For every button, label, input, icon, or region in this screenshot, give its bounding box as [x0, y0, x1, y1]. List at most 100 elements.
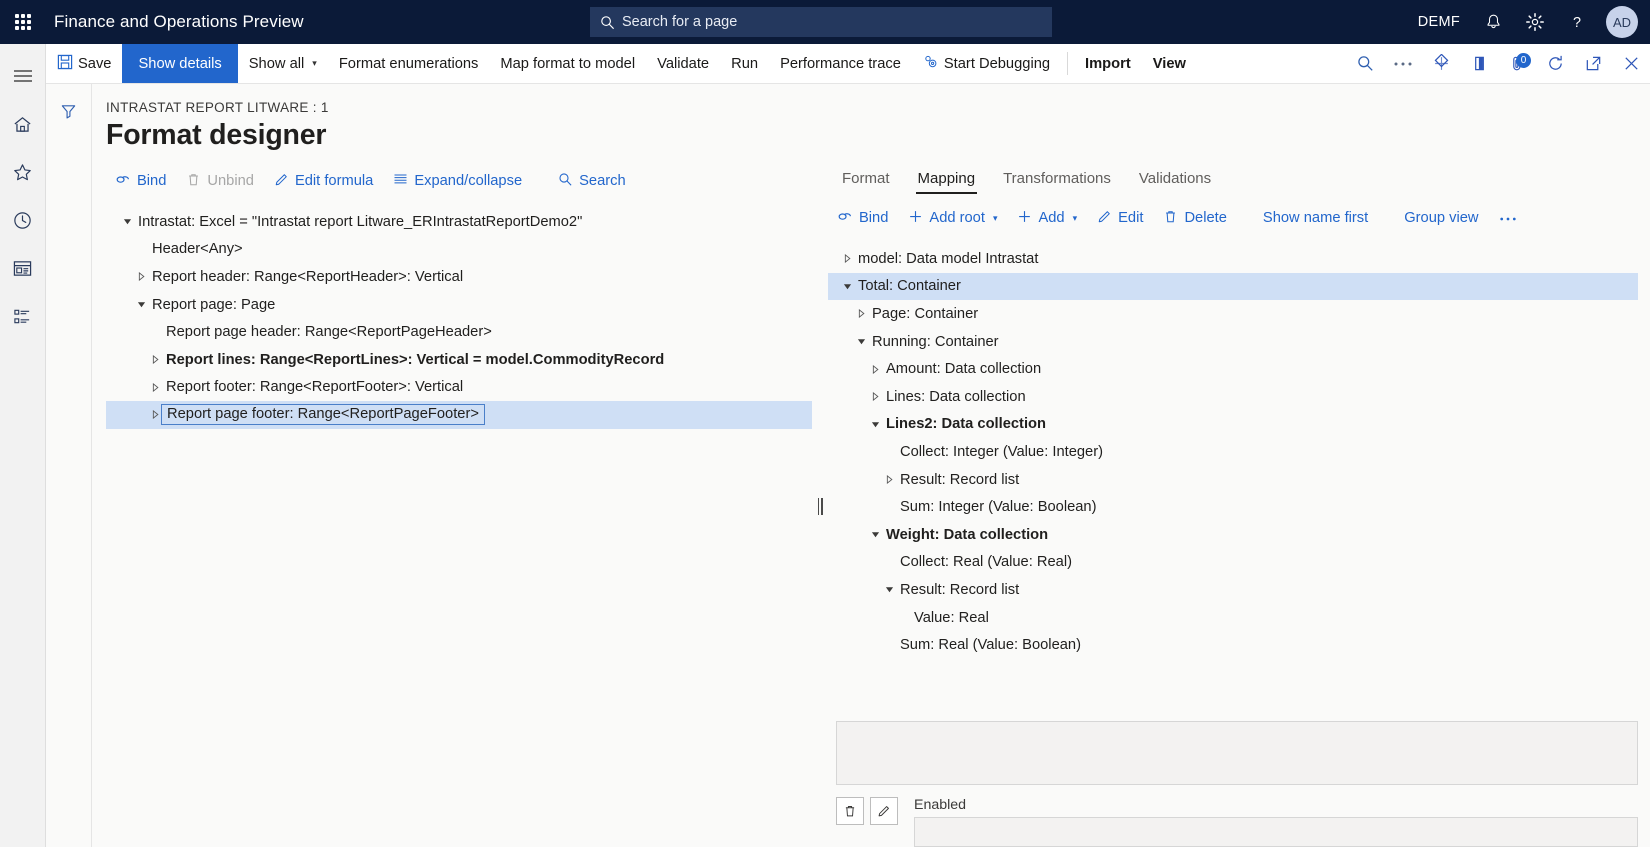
attachments-icon[interactable]: 0 — [1498, 44, 1536, 83]
open-in-new-window-icon[interactable] — [1574, 44, 1612, 83]
formula-display-box[interactable] — [836, 721, 1638, 785]
home-icon[interactable] — [0, 100, 45, 148]
tree-row[interactable]: Report page footer: Range<ReportPageFoot… — [106, 401, 812, 429]
tree-row[interactable]: Report page: Page — [106, 291, 812, 319]
edit-formula-button[interactable]: Edit formula — [265, 167, 382, 196]
tab-transformations[interactable]: Transformations — [989, 166, 1125, 194]
mapping-delete-button[interactable]: Delete — [1154, 204, 1235, 233]
view-menu[interactable]: View — [1142, 44, 1197, 83]
chevron-collapsed-icon[interactable] — [130, 272, 152, 282]
tree-row[interactable]: Report header: Range<ReportHeader>: Vert… — [106, 263, 812, 291]
search-icon[interactable] — [1346, 44, 1384, 83]
tree-row[interactable]: Running: Container — [828, 328, 1638, 356]
star-icon[interactable] — [0, 148, 45, 196]
chevron-expanded-icon[interactable] — [130, 300, 152, 309]
chevron-collapsed-icon[interactable] — [878, 475, 900, 485]
pane-splitter-handle[interactable] — [812, 166, 828, 847]
group-view-button[interactable]: Group view — [1395, 205, 1487, 231]
tab-format[interactable]: Format — [828, 166, 904, 194]
start-debugging-label: Start Debugging — [943, 55, 1051, 72]
refresh-icon[interactable] — [1536, 44, 1574, 83]
chevron-expanded-icon[interactable] — [850, 337, 872, 346]
enabled-edit-button[interactable] — [870, 797, 898, 825]
tab-mapping[interactable]: Mapping — [904, 166, 990, 194]
chevron-collapsed-icon[interactable] — [144, 355, 166, 365]
unbind-button[interactable]: Unbind — [177, 167, 263, 196]
modules-list-icon[interactable] — [0, 292, 45, 340]
add-root-label: Add root — [929, 210, 985, 226]
plus-icon — [908, 209, 923, 228]
share-diamond-icon[interactable] — [1422, 44, 1460, 83]
format-enumerations-button[interactable]: Format enumerations — [328, 44, 490, 83]
import-menu[interactable]: Import — [1074, 44, 1142, 83]
tree-row[interactable]: Report footer: Range<ReportFooter>: Vert… — [106, 374, 812, 402]
search-icon — [558, 172, 573, 191]
validate-button[interactable]: Validate — [646, 44, 720, 83]
overflow-ellipsis-icon[interactable] — [1384, 44, 1422, 83]
global-search-input[interactable]: Search for a page — [590, 7, 1052, 37]
tree-row[interactable]: Total: Container — [828, 272, 1638, 301]
hamburger-menu-icon[interactable] — [0, 52, 45, 100]
mapping-overflow-button[interactable] — [1490, 205, 1526, 231]
office-app-icon[interactable] — [1460, 44, 1498, 83]
tree-row[interactable]: Report lines: Range<ReportLines>: Vertic… — [106, 346, 812, 374]
tree-row[interactable]: Page: Container — [828, 300, 1638, 328]
mapping-bind-button[interactable]: Bind — [828, 203, 897, 233]
tree-row[interactable]: Result: Record list — [828, 576, 1638, 604]
bind-button[interactable]: Bind — [106, 166, 175, 196]
chevron-expanded-icon[interactable] — [864, 530, 886, 539]
chevron-collapsed-icon[interactable] — [864, 392, 886, 402]
tree-row[interactable]: Lines2: Data collection — [828, 411, 1638, 439]
run-button[interactable]: Run — [720, 44, 769, 83]
show-all-menu[interactable]: Show all ▾ — [238, 44, 328, 83]
tree-row[interactable]: Lines: Data collection — [828, 383, 1638, 411]
bind-label: Bind — [137, 173, 167, 189]
company-selector[interactable]: DEMF — [1408, 14, 1470, 30]
tree-row[interactable]: Result: Record list — [828, 466, 1638, 494]
tab-validations[interactable]: Validations — [1125, 166, 1225, 194]
expand-collapse-button[interactable]: Expand/collapse — [384, 167, 531, 196]
tree-row[interactable]: Value: Real — [828, 604, 1638, 632]
tree-row[interactable]: Collect: Real (Value: Real) — [828, 549, 1638, 577]
search-tree-button[interactable]: Search — [549, 167, 635, 196]
bell-icon[interactable] — [1474, 0, 1512, 44]
show-name-first-button[interactable]: Show name first — [1254, 205, 1377, 231]
filter-funnel-icon[interactable] — [46, 96, 91, 126]
tree-row[interactable]: Intrastat: Excel = "Intrastat report Lit… — [106, 208, 812, 236]
workspace-icon[interactable] — [0, 244, 45, 292]
chevron-expanded-icon[interactable] — [864, 420, 886, 429]
chevron-collapsed-icon[interactable] — [836, 254, 858, 264]
chevron-collapsed-icon[interactable] — [864, 364, 886, 374]
tree-row[interactable]: Report page header: Range<ReportPageHead… — [106, 318, 812, 346]
tree-row[interactable]: Amount: Data collection — [828, 355, 1638, 383]
chevron-collapsed-icon[interactable] — [850, 309, 872, 319]
map-format-to-model-button[interactable]: Map format to model — [489, 44, 646, 83]
avatar[interactable]: AD — [1606, 6, 1638, 38]
tree-row[interactable]: Sum: Integer (Value: Boolean) — [828, 493, 1638, 521]
chevron-expanded-icon[interactable] — [116, 217, 138, 226]
start-debugging-button[interactable]: Start Debugging — [912, 44, 1061, 83]
add-root-menu[interactable]: Add root ▾ — [899, 204, 1006, 233]
chevron-expanded-icon[interactable] — [836, 282, 858, 291]
gear-icon[interactable] — [1516, 0, 1554, 44]
tree-row[interactable]: Weight: Data collection — [828, 521, 1638, 549]
clock-icon[interactable] — [0, 196, 45, 244]
app-launcher-icon[interactable] — [0, 0, 46, 44]
chevron-expanded-icon[interactable] — [878, 585, 900, 594]
tree-row[interactable]: Header<Any> — [106, 236, 812, 264]
app-shell: Save Show details Show all ▾ Format enum… — [0, 44, 1650, 847]
enabled-input[interactable] — [914, 817, 1638, 847]
performance-trace-button[interactable]: Performance trace — [769, 44, 912, 83]
tree-row[interactable]: model: Data model Intrastat — [828, 245, 1638, 273]
add-menu[interactable]: Add ▾ — [1008, 204, 1086, 233]
chevron-collapsed-icon[interactable] — [144, 382, 166, 392]
show-details-button[interactable]: Show details — [122, 44, 238, 83]
help-question-icon[interactable]: ? — [1558, 0, 1596, 44]
save-button[interactable]: Save — [46, 44, 122, 83]
tree-row[interactable]: Collect: Integer (Value: Integer) — [828, 438, 1638, 466]
close-icon[interactable] — [1612, 44, 1650, 83]
tree-row[interactable]: Sum: Real (Value: Boolean) — [828, 631, 1638, 659]
enabled-delete-button[interactable] — [836, 797, 864, 825]
mapping-edit-button[interactable]: Edit — [1088, 204, 1152, 233]
format-tree-actionbar: Bind Unbind Edit formula Expand/collapse… — [106, 166, 812, 196]
